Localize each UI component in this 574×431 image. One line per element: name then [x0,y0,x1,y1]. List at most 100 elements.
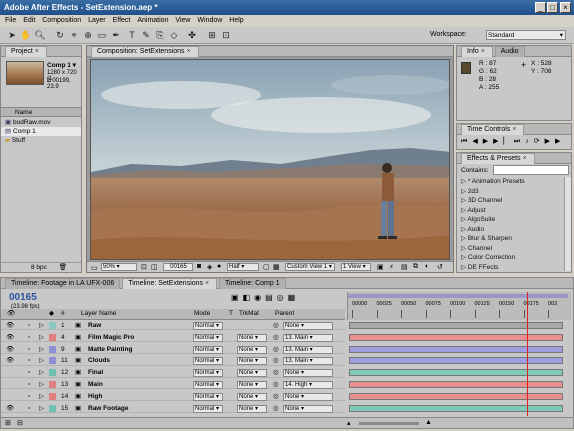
maximize-button[interactable]: □ [547,2,558,13]
zoom-slider[interactable] [359,422,419,425]
table-row[interactable]: ▫ ▷ 12 ▣ Final Normal ▾ None ▾ ◎ None ▾ [1,368,345,378]
close-icon[interactable]: × [205,279,211,289]
close-icon[interactable]: × [512,125,518,135]
list-item[interactable]: ▷ Audio [457,225,563,235]
blend-mode-dropdown[interactable]: Normal ▾ [193,369,223,378]
layer-name[interactable]: Raw [88,321,101,330]
tab-timeline-setextensions[interactable]: Timeline: SetExtensions × [122,278,218,289]
list-item[interactable]: ▷ 3D Channel [457,196,563,206]
always-preview-icon[interactable]: ▭ [91,264,98,272]
parent-dropdown[interactable]: 13. Main ▾ [283,357,333,366]
graph-editor-icon[interactable]: ▦ [288,293,300,302]
blend-mode-dropdown[interactable]: Normal ▾ [193,392,223,401]
effects-scrollbar[interactable] [564,177,571,271]
pick-whip-icon[interactable]: ◎ [273,380,279,389]
play-icon[interactable]: ▶ [483,138,493,145]
frame-blending-icon[interactable]: ▤ [265,293,277,302]
parent-dropdown[interactable]: None ▾ [283,392,333,401]
region-of-interest-icon[interactable]: ▢ [263,263,270,271]
bpc-label[interactable]: 8 bpc [31,264,47,271]
label-color-swatch[interactable] [49,404,56,412]
blend-mode-dropdown[interactable]: Normal ▾ [193,381,223,389]
layer-duration-bar[interactable] [349,357,563,365]
visibility-eye-icon[interactable]: 👁︎ [6,404,14,413]
close-icon[interactable]: × [187,47,193,57]
draft-3d-icon[interactable]: ◧ [243,293,255,302]
visibility-eye-icon[interactable]: 👁︎ [6,345,14,354]
parent-dropdown[interactable]: None ▾ [283,322,333,330]
zoom-tool-icon[interactable]: 🔍︎ [34,29,46,41]
track-matte-dropdown[interactable]: None ▾ [237,404,267,413]
track-matte-dropdown[interactable]: None ▾ [237,345,267,354]
expand-triangle-icon[interactable]: ▷ [39,404,44,413]
expand-triangle-icon[interactable]: ▷ [39,345,44,354]
next-frame-icon[interactable]: ▶▏ [493,138,514,145]
menu-edit[interactable]: Edit [23,17,35,24]
layer-name[interactable]: Matte Painting [88,345,132,354]
blend-mode-dropdown[interactable]: Normal ▾ [193,322,223,330]
menu-effect[interactable]: Effect [113,17,131,24]
tab-audio[interactable]: Audio [494,46,525,57]
effects-search-input[interactable] [493,165,569,175]
list-item[interactable]: ▷ 2d3 [457,187,563,197]
table-row[interactable]: 👁︎ ▫ ▷ 15 ▣ Raw Footage Normal ▾ None ▾ ◎ None ▾ [1,404,345,413]
menu-animation[interactable]: Animation [137,17,168,24]
flowchart-icon[interactable]: ⧉ [413,263,418,271]
expand-triangle-icon[interactable]: ▷ [39,368,44,377]
project-item[interactable]: ▰ Stuff [1,136,81,145]
lock-icon[interactable]: ▫ [28,380,30,389]
pick-whip-icon[interactable]: ◎ [273,368,279,377]
parent-dropdown[interactable]: None ▾ [283,404,333,413]
trash-icon[interactable]: 🗑︎ [59,264,67,271]
pick-whip-icon[interactable]: ◎ [273,333,279,342]
list-item[interactable]: ▷ Adjust [457,206,563,216]
pick-whip-icon[interactable]: ◎ [273,392,279,401]
label-color-swatch[interactable] [49,381,56,388]
work-area-bar[interactable] [348,294,568,298]
toggle-switches-icon[interactable]: ⊞ [5,419,11,427]
visibility-eye-icon[interactable]: 👁︎ [6,333,14,342]
time-ruler[interactable]: 00000 00025 00050 00075 00100 00125 00150 00175… [347,292,571,320]
motion-blur-icon[interactable]: ◎ [277,293,288,302]
hide-shy-icon[interactable]: ◉ [254,293,265,302]
blend-mode-dropdown[interactable]: Normal ▾ [193,357,223,366]
table-row[interactable]: 👁︎ ▫ ▷ 4 ▣ Film Magic Pro Normal ▾ None ▾ ◎ 13. M… [1,333,345,343]
eraser-tool-icon[interactable]: ◇ [168,29,180,41]
camera-tool-icon[interactable]: ⌖ [68,29,80,41]
audio-icon[interactable]: ♪ [525,138,534,145]
rotate-tool-icon[interactable]: ↻ [54,29,66,41]
menu-view[interactable]: View [175,17,190,24]
current-time-field[interactable]: 00165 [163,263,193,271]
safe-zones-icon[interactable]: ⊡ [141,263,147,271]
camera-snapshot-icon[interactable]: ◫ [151,263,158,271]
table-row[interactable]: ▫ ▷ 14 ▣ High Normal ▾ None ▾ ◎ None ▾ [1,392,345,402]
pick-whip-icon[interactable]: ◎ [273,345,279,354]
table-row[interactable]: 👁︎ ▫ ▷ 1 ▣ Raw Normal ▾ ◎ None ▾ [1,321,345,331]
current-time-indicator[interactable] [527,292,529,416]
layer-name[interactable]: Film Magic Pro [88,333,134,342]
parent-dropdown[interactable]: 13. Main ▾ [283,333,333,342]
label-color-swatch[interactable] [49,369,56,377]
tab-project[interactable]: Project × [5,46,47,57]
brush-tool-icon[interactable]: ✎ [140,29,152,41]
selection-tool-icon[interactable]: ➤ [6,29,18,41]
visibility-eye-icon[interactable]: 👁︎ [6,356,14,365]
timeline-icon[interactable]: ▤ [401,263,408,271]
list-item[interactable]: ▷ DE FFects [457,263,563,273]
transparency-grid-icon[interactable]: ▦ [273,263,280,271]
mask-tool-icon[interactable]: ▭ [96,29,108,41]
label-color-swatch[interactable] [49,333,56,341]
live-update-icon[interactable]: ▣ [231,293,243,302]
table-row[interactable]: ▫ ▷ 13 ▣ Main Normal ▾ None ▾ ◎ 14. High ▾ [1,380,345,390]
table-row[interactable]: 👁︎ ▫ ▷ 9 ▣ Matte Painting Normal ▾ None ▾ ◎ 13. M… [1,345,345,354]
layer-name[interactable]: Raw Footage [88,404,128,413]
layer-duration-bar[interactable] [349,322,563,329]
close-icon[interactable]: × [481,47,487,57]
layer-name[interactable]: Clouds [88,356,110,365]
menu-file[interactable]: File [5,17,16,24]
pick-whip-icon[interactable]: ◎ [273,356,279,365]
loop-icon[interactable]: ⟳ [534,138,545,145]
previous-frame-icon[interactable]: ◀ [472,138,482,145]
reset-exposure-icon[interactable]: ↺ [437,263,443,271]
puppet-tool-icon[interactable]: ✤ [186,29,198,41]
